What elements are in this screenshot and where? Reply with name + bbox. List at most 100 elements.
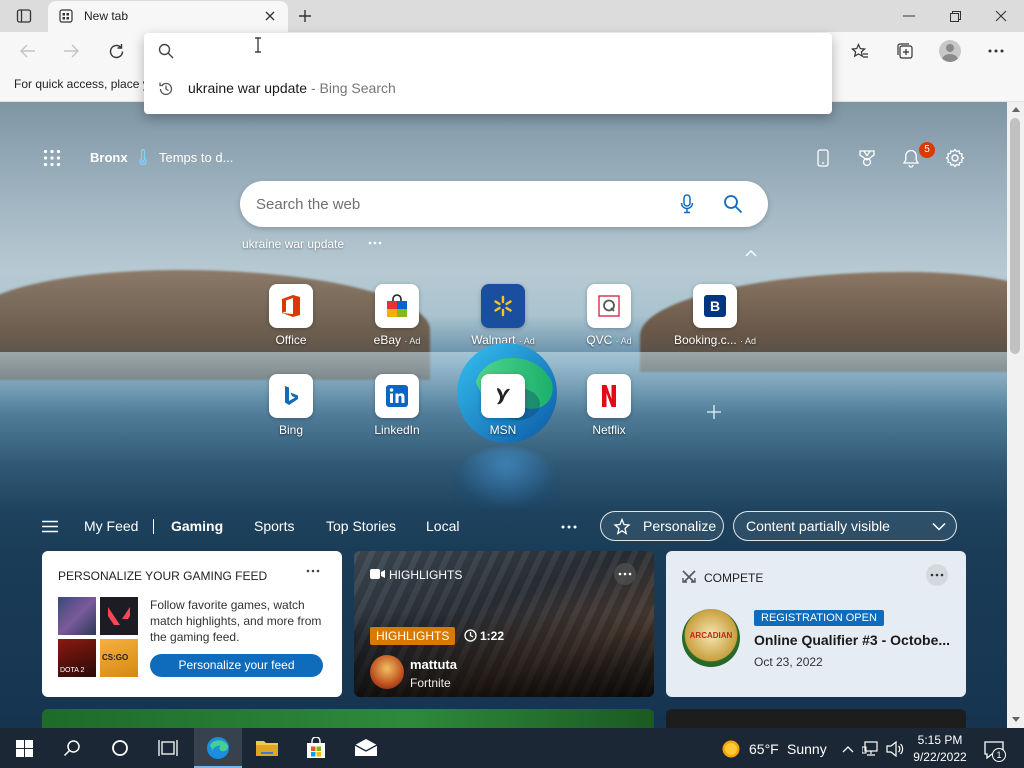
weather-summary[interactable]: Temps to d... — [159, 150, 233, 165]
suggestion-text-row: ukraine war update - Bing Search — [188, 80, 396, 96]
booking-logo-icon: B — [704, 295, 726, 317]
highlights-card[interactable]: HIGHLIGHTS HIGHLIGHTS 1:22 mattuta Fortn… — [354, 551, 654, 697]
suggestion-query: ukraine war update — [188, 80, 308, 96]
feed-tab-local[interactable]: Local — [426, 518, 459, 534]
chevron-down-icon — [932, 522, 946, 531]
feed-more-icon[interactable] — [556, 518, 582, 536]
tournament-logo: ARCADIAN — [682, 609, 740, 667]
netflix-logo-icon — [602, 385, 616, 407]
quick-link-linkedin[interactable]: LinkedIn — [347, 374, 447, 437]
card-more-button[interactable] — [926, 564, 948, 586]
taskbar-file-explorer[interactable] — [243, 728, 291, 768]
network-icon[interactable] — [860, 738, 882, 760]
minimize-button[interactable] — [886, 2, 932, 30]
taskbar-edge-app[interactable] — [194, 728, 242, 768]
quick-link-label: Office — [275, 333, 307, 347]
walmart-logo-icon — [494, 295, 512, 317]
crossed-swords-icon — [682, 570, 696, 583]
scroll-up-icon[interactable] — [1007, 102, 1024, 116]
quick-link-netflix[interactable]: Netflix — [559, 374, 659, 437]
tournament-title: Online Qualifier #3 - Octobe... — [754, 632, 951, 648]
quick-link-office[interactable]: Office — [241, 284, 341, 347]
feed-menu-icon[interactable] — [38, 516, 62, 536]
more-menu-icon[interactable] — [982, 38, 1010, 64]
location-label[interactable]: Bronx — [90, 150, 128, 165]
address-bar-input[interactable] — [184, 40, 814, 62]
feed-tab-gaming[interactable]: Gaming — [171, 518, 223, 534]
phone-icon[interactable] — [810, 146, 836, 170]
taskbar-mail[interactable] — [342, 728, 390, 768]
feed-tab-separator — [153, 519, 154, 534]
new-tab-button[interactable] — [292, 4, 318, 28]
address-search-icon — [156, 41, 176, 61]
add-quick-link-button[interactable] — [700, 398, 728, 426]
edge-icon — [207, 737, 229, 759]
qvc-logo-icon — [598, 295, 620, 317]
refresh-button[interactable] — [102, 38, 130, 64]
scroll-down-icon[interactable] — [1007, 712, 1024, 726]
ad-marker: · Ad — [740, 336, 757, 346]
restore-button[interactable] — [932, 2, 978, 30]
quick-link-booking[interactable]: B Booking.c... · Ad — [665, 284, 765, 347]
clock-time[interactable]: 5:15 PM — [908, 733, 972, 747]
compete-header: COMPETE — [704, 571, 764, 585]
scrollbar-thumb[interactable] — [1010, 118, 1020, 354]
cortana-button[interactable] — [96, 728, 144, 768]
start-button[interactable] — [0, 728, 48, 768]
bing-logo-icon — [285, 386, 298, 405]
taskbar-store[interactable] — [292, 728, 340, 768]
search-submit-icon[interactable] — [719, 191, 747, 217]
show-hidden-icons[interactable] — [838, 738, 858, 760]
volume-icon[interactable] — [884, 738, 906, 760]
quick-link-label: LinkedIn — [374, 423, 420, 437]
quick-link-label: Bing — [278, 423, 304, 437]
dota-label: DOTA 2 — [60, 667, 85, 674]
feed-tab-top-stories[interactable]: Top Stories — [326, 518, 396, 534]
profile-avatar[interactable] — [939, 40, 961, 62]
page-settings-icon[interactable] — [942, 146, 968, 170]
voice-search-icon[interactable] — [676, 192, 698, 216]
game-thumb-valorant — [100, 597, 138, 635]
card-more-icon[interactable] — [306, 569, 320, 573]
rewards-icon[interactable] — [854, 146, 880, 170]
ad-marker: · Ad — [615, 336, 632, 346]
content-visibility-dropdown[interactable]: Content partially visible — [733, 511, 957, 541]
close-window-button[interactable] — [978, 2, 1024, 30]
recent-search-chip[interactable]: ukraine war update — [242, 237, 344, 251]
collections-icon[interactable] — [891, 38, 919, 64]
tournament-logo-text: ARCADIAN — [689, 631, 733, 640]
close-tab-icon[interactable] — [262, 8, 278, 24]
quick-link-ebay[interactable]: eBay · Ad — [347, 284, 447, 347]
quick-link-bing[interactable]: Bing — [241, 374, 341, 437]
text-cursor — [254, 37, 261, 53]
taskbar-search-button[interactable] — [48, 728, 96, 768]
compete-card[interactable]: COMPETE ARCADIAN REGISTRATION OPEN Onlin… — [666, 551, 966, 697]
collapse-chevron-icon[interactable] — [740, 245, 762, 261]
tournament-date: Oct 23, 2022 — [754, 655, 823, 669]
back-button[interactable] — [14, 38, 42, 64]
taskbar-weather-temp[interactable]: 65°F — [749, 741, 779, 757]
forward-button[interactable] — [57, 38, 85, 64]
apps-launcher-icon[interactable] — [40, 147, 64, 169]
feed-tab-my-feed[interactable]: My Feed — [84, 518, 138, 534]
personalize-button[interactable]: Personalize — [600, 511, 724, 541]
recent-search-more-icon[interactable] — [364, 236, 386, 250]
taskbar-weather-condition[interactable]: Sunny — [787, 741, 827, 757]
card-more-button[interactable] — [614, 563, 636, 585]
quick-link-walmart[interactable]: Walmart · Ad — [453, 284, 553, 347]
quick-link-msn[interactable]: MSN — [453, 374, 553, 437]
task-view-button[interactable] — [144, 728, 192, 768]
personalize-gaming-card: PERSONALIZE YOUR GAMING FEED DOTA 2 CS:G… — [42, 551, 342, 697]
task-view-icon — [158, 740, 178, 756]
clock-date[interactable]: 9/22/2022 — [908, 750, 972, 764]
ebay-logo-icon — [387, 294, 407, 317]
next-card-left — [42, 709, 654, 728]
favorites-icon[interactable] — [846, 38, 874, 64]
quick-link-qvc[interactable]: QVC · Ad — [559, 284, 659, 347]
quick-link-label: Booking.c... — [673, 333, 737, 347]
office-logo-icon — [282, 295, 300, 317]
feed-tab-sports[interactable]: Sports — [254, 518, 294, 534]
clock-icon — [464, 629, 477, 642]
personalize-feed-button[interactable]: Personalize your feed — [150, 654, 323, 677]
tab-actions-icon[interactable] — [10, 6, 38, 26]
